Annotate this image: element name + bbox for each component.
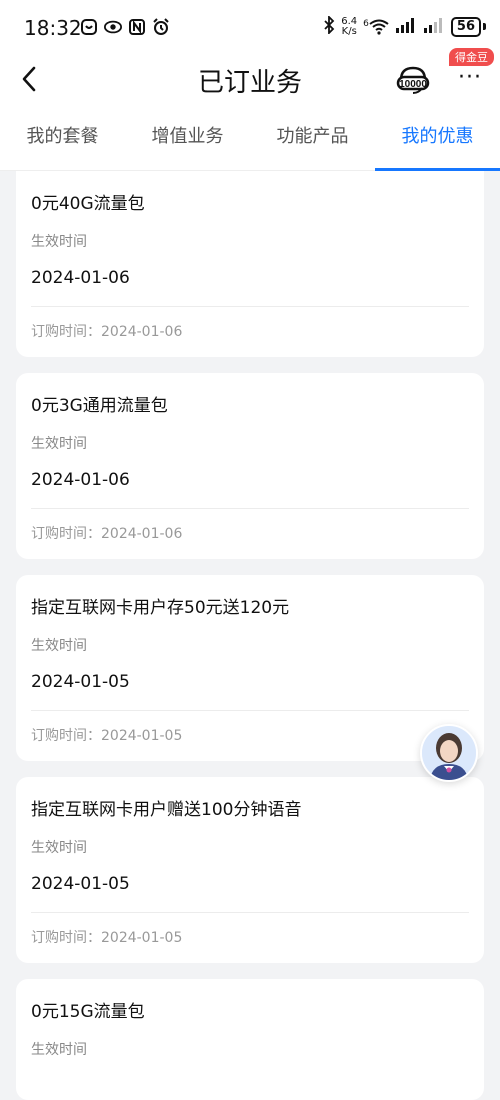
reward-badge[interactable]: 得金豆	[449, 48, 494, 66]
order-time: 订购时间：2024-01-06	[31, 509, 469, 559]
offer-name: 指定互联网卡用户赠送100分钟语音	[31, 800, 302, 820]
nav-bar: 已订业务 10000 ··· 得金豆	[0, 48, 500, 104]
status-system-icons: 6.4 K/s 6 56	[323, 14, 486, 37]
order-time-label: 订购时间：	[31, 526, 101, 542]
effective-time-label: 生效时间	[31, 234, 87, 250]
battery-icon: 56	[450, 16, 481, 37]
tab-my-offers[interactable]: 我的优惠	[375, 104, 500, 171]
eye-icon	[104, 18, 122, 36]
tab-bar: 我的套餐 增值业务 功能产品 我的优惠	[0, 104, 500, 171]
order-time: 订购时间：2024-01-05	[31, 711, 469, 761]
effective-date: 2024-01-05	[31, 874, 130, 894]
signal-2-icon	[423, 17, 445, 36]
assistant-avatar-icon	[422, 726, 476, 780]
tab-my-plan[interactable]: 我的套餐	[0, 104, 125, 170]
app-notification-icon	[80, 18, 98, 36]
offer-name: 0元15G流量包	[31, 1002, 145, 1022]
effective-time-label: 生效时间	[31, 1042, 87, 1058]
list-item[interactable]: 0元3G通用流量包 生效时间 2024-01-06 订购时间：2024-01-0…	[16, 373, 484, 559]
order-date: 2024-01-05	[101, 728, 183, 744]
order-time-label: 订购时间：	[31, 324, 101, 340]
effective-time-label: 生效时间	[31, 436, 87, 452]
offer-name: 指定互联网卡用户存50元送120元	[31, 598, 290, 618]
effective-time-label: 生效时间	[31, 840, 87, 856]
status-time: 18:32	[24, 16, 82, 40]
list-item[interactable]: 指定互联网卡用户存50元送120元 生效时间 2024-01-05 订购时间：2…	[16, 575, 484, 761]
tab-function-products[interactable]: 功能产品	[250, 104, 375, 170]
nfc-icon	[128, 18, 146, 36]
more-button[interactable]: ···	[455, 67, 485, 90]
order-date: 2024-01-05	[101, 930, 183, 946]
signal-icon	[395, 17, 417, 36]
order-date: 2024-01-06	[101, 526, 183, 542]
assistant-avatar-button[interactable]	[420, 724, 478, 782]
offer-name: 0元3G通用流量包	[31, 396, 168, 416]
top-area: 18:32 6.4 K/s 6 56 已订业务 10000 ··· 得金豆 我的…	[0, 0, 500, 171]
status-bar: 18:32 6.4 K/s 6 56	[0, 0, 500, 58]
tab-value-added[interactable]: 增值业务	[125, 104, 250, 170]
alarm-icon	[152, 18, 170, 36]
list-item[interactable]: 0元40G流量包 生效时间 2024-01-06 订购时间：2024-01-06	[16, 171, 484, 357]
effective-date: 2024-01-06	[31, 268, 130, 288]
offer-name: 0元40G流量包	[31, 194, 145, 214]
order-time-label: 订购时间：	[31, 728, 101, 744]
bluetooth-icon	[323, 14, 335, 37]
net-speed-unit: K/s	[341, 25, 357, 37]
svg-text:10000: 10000	[399, 79, 427, 90]
order-time: 订购时间：2024-01-05	[31, 913, 469, 963]
effective-time-label: 生效时间	[31, 638, 87, 654]
effective-date	[31, 1076, 469, 1100]
net-speed: 6.4 K/s	[341, 16, 357, 37]
headset-10000-icon: 10000	[396, 66, 430, 94]
list-item[interactable]: 0元15G流量包 生效时间	[16, 979, 484, 1100]
wifi-icon: 6	[363, 19, 389, 35]
list-item[interactable]: 指定互联网卡用户赠送100分钟语音 生效时间 2024-01-05 订购时间：2…	[16, 777, 484, 963]
effective-date: 2024-01-06	[31, 470, 130, 490]
order-time-label: 订购时间：	[31, 930, 101, 946]
battery-tip	[483, 23, 486, 30]
order-date: 2024-01-06	[101, 324, 183, 340]
effective-date: 2024-01-05	[31, 672, 130, 692]
offer-list: 0元40G流量包 生效时间 2024-01-06 订购时间：2024-01-06…	[0, 171, 500, 1100]
status-notification-icons	[80, 18, 170, 36]
order-time: 订购时间：2024-01-06	[31, 307, 469, 357]
customer-service-button[interactable]: 10000	[396, 64, 430, 98]
